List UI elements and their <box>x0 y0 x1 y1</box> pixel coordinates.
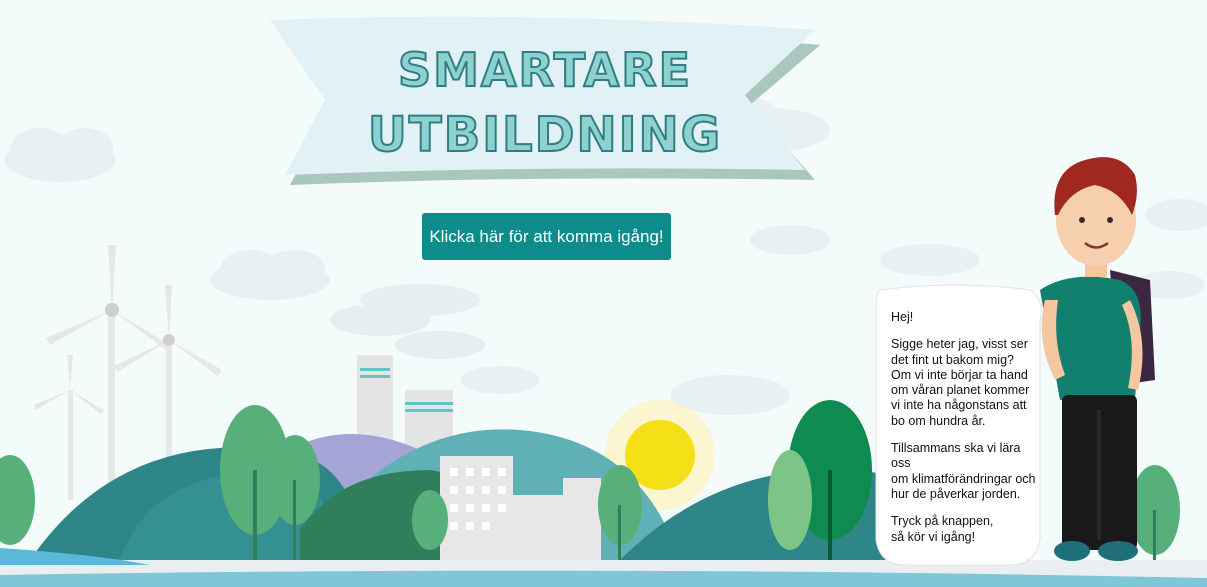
title-line-1: Smartare <box>397 42 693 98</box>
speech-action: Tryck på knappen, så kör vi igång! <box>891 514 994 544</box>
title-line-2: Utbildning <box>367 106 723 164</box>
smoke <box>330 284 485 359</box>
speech-together: Tillsammans ska vi lära oss om klimatför… <box>891 441 1036 501</box>
speech-greeting: Hej! <box>891 310 914 324</box>
title-banner: Smartare Utbildning <box>265 15 825 195</box>
speech-bubble-text: Hej! Sigge heter jag, visst ser det fint… <box>891 310 1041 557</box>
speech-intro: Sigge heter jag, visst ser det fint ut b… <box>891 337 1030 428</box>
get-started-button[interactable]: Klicka här för att komma igång! <box>422 213 671 260</box>
